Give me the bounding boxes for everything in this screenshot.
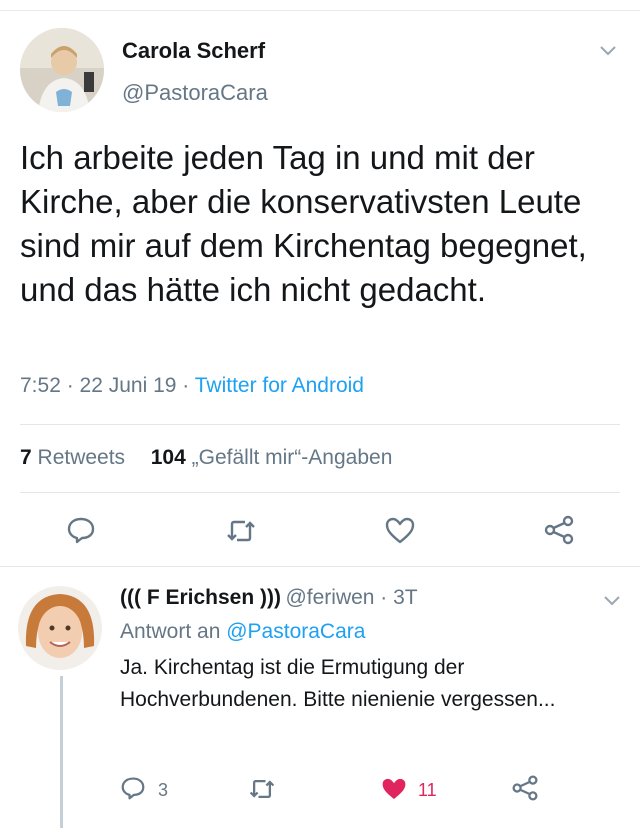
reply-like-count: 11: [418, 780, 437, 800]
author-handle[interactable]: @PastoraCara: [122, 80, 268, 106]
thread-line: [60, 676, 63, 828]
reply-chevron-down-icon[interactable]: [602, 594, 622, 608]
tweet-stats: 7 Retweets 104 „Gefällt mir“-Angaben: [20, 446, 392, 470]
tweet-source-link[interactable]: Twitter for Android: [195, 374, 364, 397]
chevron-down-icon[interactable]: [598, 44, 618, 58]
reply-like-icon[interactable]: [380, 776, 408, 801]
tweet-text: Ich arbeite jeden Tag in und mit der Kir…: [20, 139, 587, 308]
retweets-stat[interactable]: 7 Retweets: [20, 446, 125, 469]
author-avatar[interactable]: [20, 28, 104, 112]
top-divider: [0, 0, 640, 11]
likes-stat[interactable]: 104 „Gefällt mir“-Angaben: [151, 446, 393, 469]
share-icon[interactable]: [542, 514, 576, 546]
reply-author-name[interactable]: ((( F Erichsen ))): [120, 586, 281, 609]
reply-reply-icon[interactable]: [120, 776, 146, 800]
reply-author-handle[interactable]: @feriwen · 3T: [285, 586, 417, 609]
author-name[interactable]: Carola Scherf: [122, 38, 265, 64]
reply-retweet-icon[interactable]: [248, 777, 276, 801]
reply-icon[interactable]: [66, 516, 96, 544]
retweets-label: Retweets: [31, 446, 126, 469]
likes-label: „Gefällt mir“-Angaben: [185, 446, 393, 469]
reply-to-handle[interactable]: @PastoraCara: [226, 620, 365, 643]
reply-share-icon[interactable]: [510, 774, 540, 802]
retweets-count: 7: [20, 446, 32, 469]
reply-header: ((( F Erichsen ))) @feriwen · 3T: [120, 586, 418, 610]
stats-top-divider: [20, 424, 620, 425]
reply-to-prefix: Antwort an: [120, 620, 227, 643]
likes-count: 104: [150, 446, 186, 469]
stats-bottom-divider: [20, 492, 620, 493]
reply-to-line: Antwort an @PastoraCara: [120, 620, 365, 644]
like-icon[interactable]: [384, 516, 416, 544]
retweet-icon[interactable]: [225, 518, 257, 544]
reply-reply-count: 3: [158, 780, 169, 800]
reply-text: Ja. Kirchentag ist die Ermutigung der Ho…: [120, 656, 556, 711]
tweet-timestamp[interactable]: 7:52 · 22 Juni 19 ·: [20, 374, 195, 397]
reply-author-avatar[interactable]: [18, 586, 102, 670]
tweet-meta: 7:52 · 22 Juni 19 · Twitter for Android: [20, 374, 364, 398]
tweet-bottom-divider: [0, 566, 640, 567]
